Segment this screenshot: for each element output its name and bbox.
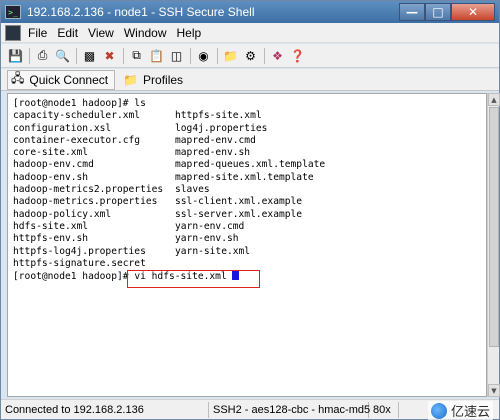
paste-icon[interactable]: 📋 <box>148 47 165 64</box>
print-preview-icon[interactable]: 🔍 <box>54 47 71 64</box>
find-icon[interactable]: ◉ <box>195 47 212 64</box>
listing-row: hdfs-site.xml yarn-env.cmd <box>13 221 486 233</box>
toolbar-separator <box>217 47 218 64</box>
window-controls: — □ ✕ <box>399 3 495 21</box>
profiles-button[interactable]: 📁 Profiles <box>119 70 190 90</box>
listing-file: yarn-env.sh <box>175 233 239 245</box>
watermark-text: 亿速云 <box>450 405 490 420</box>
listing-file: hadoop-policy.xml <box>13 208 112 220</box>
quick-connect-button[interactable]: 🖧 Quick Connect <box>7 69 116 90</box>
listing-file: hadoop-env.sh <box>13 171 89 183</box>
quick-connect-label: Quick Connect <box>29 72 109 87</box>
window-title: 192.168.2.136 - node1 - SSH Secure Shell <box>27 5 255 19</box>
listing-file: httpfs-signature.secret <box>13 257 146 269</box>
app-menu-icon[interactable] <box>5 24 21 41</box>
listing-file: mapred-env.sh <box>175 147 251 159</box>
menu-bar: File Edit View Window Help <box>1 23 499 43</box>
terminal-size: 80x <box>369 401 399 418</box>
listing-row: hadoop-env.cmd mapred-queues.xml.template <box>13 159 486 171</box>
terminal-line-prompt: [root@node1 hadoop]# ls <box>13 98 146 109</box>
listing-file: hdfs-site.xml <box>13 220 89 232</box>
listing-file: hadoop-metrics2.properties <box>13 184 164 196</box>
folder-icon: 📁 <box>123 72 139 87</box>
menu-edit[interactable]: Edit <box>52 26 83 40</box>
listing-file: httpfs-env.sh <box>13 233 89 245</box>
listing-file: ssl-client.xml.example <box>175 196 303 208</box>
listing-file: yarn-env.cmd <box>175 220 245 232</box>
toolbar-separator <box>264 47 265 64</box>
ls-listing: capacity-scheduler.xml httpfs-site.xml co… <box>13 110 486 270</box>
listing-file: mapred-site.xml.template <box>175 171 314 183</box>
menu-view[interactable]: View <box>83 26 119 40</box>
new-terminal-icon[interactable]: ▩ <box>81 47 98 64</box>
copy-icon[interactable]: ⧉ <box>128 47 145 64</box>
cipher-status: SSH2 - aes128-cbc - hmac-md5 <box>209 401 370 418</box>
menu-help[interactable]: Help <box>172 26 207 40</box>
save-icon[interactable]: 💾 <box>7 47 24 64</box>
menu-window[interactable]: Window <box>119 26 172 40</box>
minimize-button[interactable]: — <box>399 3 425 21</box>
toolbar-separator <box>29 47 30 64</box>
toolbar: 💾 ⎙ 🔍 ▩ ✖ ⧉ 📋 ◫ ◉ 📁 ⚙ ❖ ❓ <box>1 44 499 68</box>
listing-file: core-site.xml <box>13 147 89 159</box>
quick-connect-bar: 🖧 Quick Connect 📁 Profiles <box>1 69 499 91</box>
listing-row: httpfs-signature.secret <box>13 258 486 270</box>
menu-file[interactable]: File <box>23 26 52 40</box>
profiles-label: Profiles <box>143 72 184 87</box>
listing-row: capacity-scheduler.xml httpfs-site.xml <box>13 110 486 122</box>
quick-connect-icon: 🖧 <box>11 71 25 85</box>
listing-row: hadoop-policy.xml ssl-server.xml.example <box>13 209 486 221</box>
scroll-up-icon[interactable]: ▲ <box>488 93 500 106</box>
disconnect-icon[interactable]: ✖ <box>101 47 118 64</box>
scroll-down-icon[interactable]: ▼ <box>488 384 500 397</box>
scroll-thumb[interactable] <box>489 107 499 347</box>
help-icon[interactable]: ❓ <box>289 47 306 64</box>
current-prompt: [root@node1 hadoop]# <box>13 271 129 283</box>
listing-row: hadoop-metrics2.properties slaves <box>13 184 486 196</box>
listing-file: configuration.xsl <box>13 122 112 134</box>
listing-row: httpfs-log4j.properties yarn-site.xml <box>13 246 486 258</box>
command-highlight-box <box>127 270 260 288</box>
paste-special-icon[interactable]: ◫ <box>168 47 185 64</box>
listing-row: hadoop-env.sh mapred-site.xml.template <box>13 172 486 184</box>
ssh-window: >_ 192.168.2.136 - node1 - SSH Secure Sh… <box>0 0 500 420</box>
print-icon[interactable]: ⎙ <box>34 47 51 64</box>
terminal-output[interactable]: [root@node1 hadoop]# ls capacity-schedul… <box>7 93 487 397</box>
listing-row: container-executor.cfg mapred-env.cmd <box>13 135 486 147</box>
listing-file: mapred-queues.xml.template <box>175 159 326 171</box>
listing-file: capacity-scheduler.xml <box>13 110 141 122</box>
file-transfer-icon[interactable]: 📁 <box>222 47 239 64</box>
toolbar-separator <box>76 47 77 64</box>
listing-file: slaves <box>175 184 210 196</box>
watermark-logo: 亿速云 <box>427 401 493 420</box>
listing-row: httpfs-env.sh yarn-env.sh <box>13 233 486 245</box>
title-bar[interactable]: >_ 192.168.2.136 - node1 - SSH Secure Sh… <box>1 1 499 23</box>
yisu-logo-icon <box>430 402 447 419</box>
toolbar-separator <box>123 47 124 64</box>
listing-file: httpfs-site.xml <box>175 110 262 122</box>
profile-icon[interactable]: ❖ <box>269 47 286 64</box>
listing-file: hadoop-metrics.properties <box>13 196 158 208</box>
close-button[interactable]: ✕ <box>451 3 495 21</box>
toolbar-separator <box>190 47 191 64</box>
listing-file: log4j.properties <box>175 122 268 134</box>
listing-file: yarn-site.xml <box>175 245 251 257</box>
connection-status: Connected to 192.168.2.136 <box>1 401 209 418</box>
listing-file: mapred-env.cmd <box>175 134 256 146</box>
listing-row: configuration.xsl log4j.properties <box>13 123 486 135</box>
listing-file: httpfs-log4j.properties <box>13 245 146 257</box>
listing-file: ssl-server.xml.example <box>175 208 303 220</box>
settings-icon[interactable]: ⚙ <box>242 47 259 64</box>
status-bar: Connected to 192.168.2.136 SSH2 - aes128… <box>1 399 499 419</box>
ssh-terminal-icon: >_ <box>5 5 21 19</box>
maximize-button[interactable]: □ <box>425 3 451 21</box>
listing-row: hadoop-metrics.properties ssl-client.xml.… <box>13 196 486 208</box>
listing-file: container-executor.cfg <box>13 134 141 146</box>
listing-file: hadoop-env.cmd <box>13 159 94 171</box>
listing-row: core-site.xml mapred-env.sh <box>13 147 486 159</box>
vertical-scrollbar[interactable]: ▲ ▼ <box>487 93 500 397</box>
